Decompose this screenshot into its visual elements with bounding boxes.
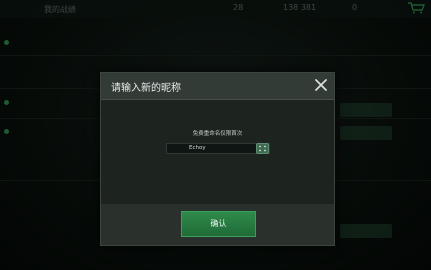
- nickname-input[interactable]: Echoy: [166, 143, 270, 154]
- close-icon[interactable]: [313, 77, 329, 93]
- rename-dialog: 请输入新的昵称 免费重命名仅限首次 Echoy 确认: [100, 72, 335, 246]
- confirm-button[interactable]: 确认: [181, 211, 256, 237]
- random-name-icon[interactable]: [256, 143, 269, 154]
- dialog-title: 请输入新的昵称: [111, 83, 181, 94]
- rename-prompt: 免费重命名仅限首次: [192, 131, 243, 137]
- dialog-header: 请输入新的昵称: [101, 73, 334, 100]
